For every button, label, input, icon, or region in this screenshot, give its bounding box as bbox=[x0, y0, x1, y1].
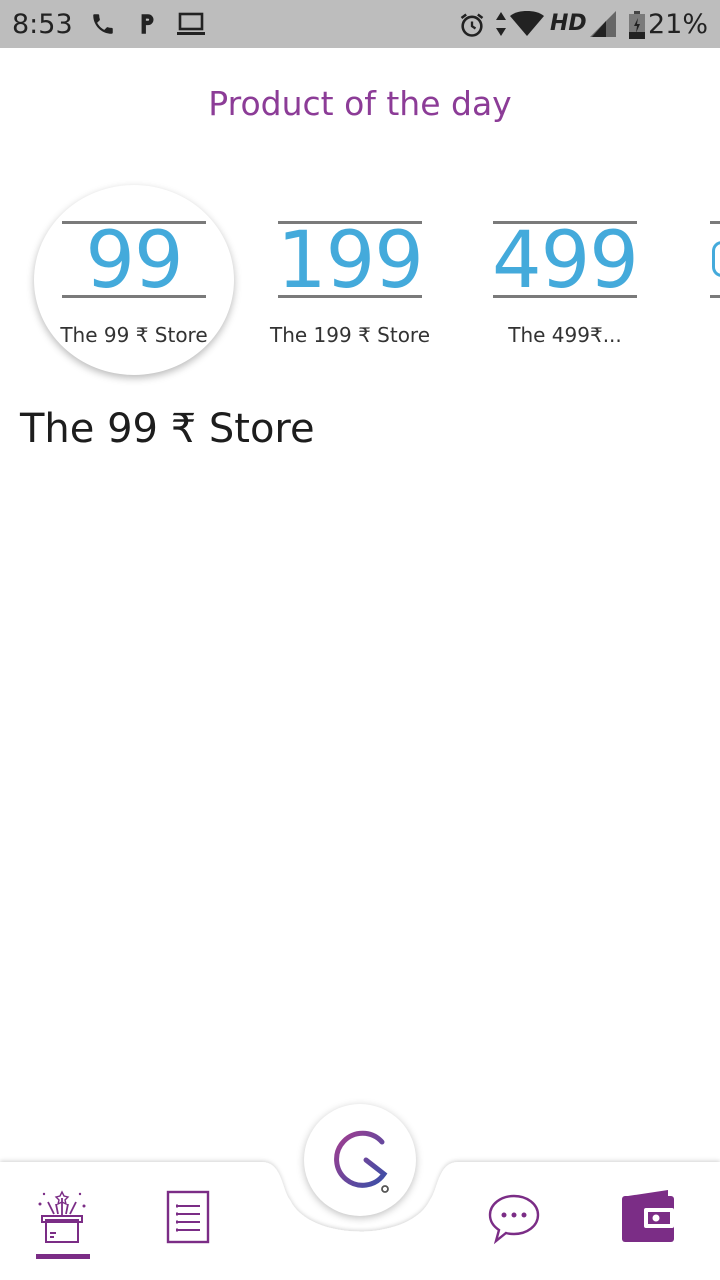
laptop-icon bbox=[177, 12, 205, 35]
number-rule-bottom bbox=[278, 295, 422, 298]
parking-icon bbox=[141, 14, 154, 34]
store-item-99[interactable]: 99 The 99 ₹ Store bbox=[34, 185, 234, 375]
phone-icon bbox=[93, 14, 113, 34]
store-number: 499 bbox=[492, 216, 639, 306]
page-title: Product of the day bbox=[208, 84, 512, 123]
wallet-icon[interactable] bbox=[618, 1188, 678, 1248]
network-type: HD bbox=[550, 11, 587, 36]
battery-icon bbox=[629, 11, 645, 39]
gift-box-icon[interactable] bbox=[32, 1188, 92, 1248]
data-arrows-icon bbox=[496, 12, 506, 36]
store-item-499[interactable]: 499 The 499₹... bbox=[465, 185, 665, 375]
active-tab-indicator bbox=[36, 1254, 90, 1259]
store-item-199[interactable]: 199 The 199 ₹ Store bbox=[250, 185, 450, 375]
status-time: 8:53 bbox=[12, 9, 73, 40]
store-label: The 99 ₹ Store bbox=[60, 323, 208, 347]
section-title: The 99 ₹ Store bbox=[20, 406, 315, 452]
status-bar: 8:53 HD 21% bbox=[0, 0, 720, 48]
store-number: 99 bbox=[85, 216, 183, 306]
store-number: 199 bbox=[277, 216, 424, 306]
logo-icon bbox=[334, 1130, 389, 1193]
number-rule-bottom bbox=[493, 295, 637, 298]
list-icon[interactable] bbox=[158, 1188, 218, 1248]
bottom-nav bbox=[0, 1104, 720, 1280]
signal-icon bbox=[590, 11, 616, 37]
number-rule-bottom bbox=[62, 295, 206, 298]
wifi-icon bbox=[510, 11, 544, 36]
alarm-icon bbox=[460, 13, 484, 37]
chat-icon[interactable] bbox=[484, 1188, 544, 1248]
store-label: The 199 ₹ Store bbox=[269, 323, 431, 347]
battery-percent: 21% bbox=[647, 9, 708, 40]
store-item-next-partial[interactable] bbox=[706, 185, 720, 305]
store-label: The 499₹... bbox=[508, 323, 622, 347]
home-logo-button[interactable] bbox=[304, 1104, 416, 1216]
